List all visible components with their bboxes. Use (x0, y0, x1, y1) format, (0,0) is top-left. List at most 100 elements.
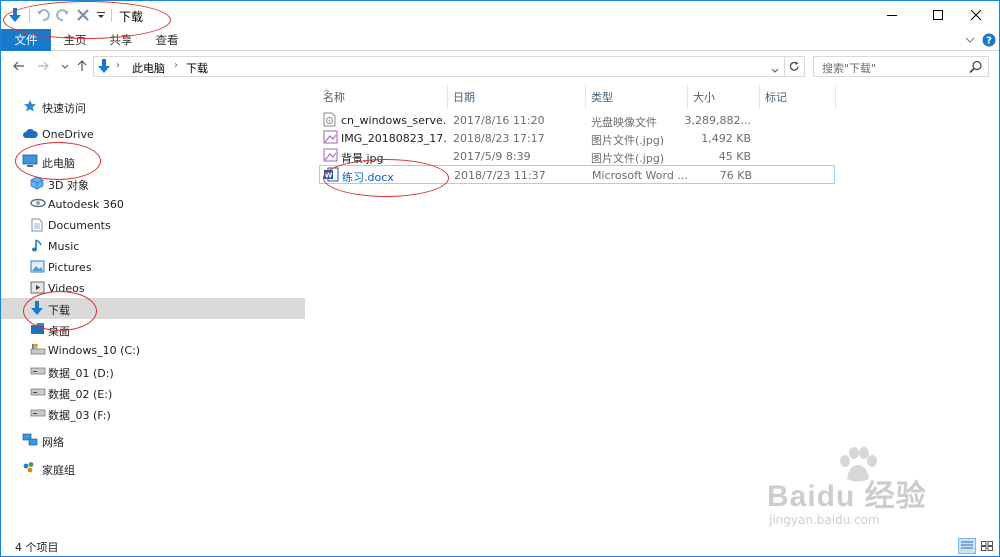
back-arrow-icon[interactable] (11, 58, 27, 74)
search-input[interactable]: 搜索"下载" (813, 56, 989, 77)
file-type: 图片文件(.jpg) (591, 134, 665, 147)
column-divider[interactable] (835, 85, 836, 109)
file-row[interactable]: IMG_20180823_17... 2018/8/23 17:17 图片文件(… (319, 129, 835, 148)
close-icon[interactable] (953, 1, 999, 29)
drive-icon (30, 364, 46, 379)
word-doc-icon: W (324, 167, 339, 183)
nav-item-3d-objects[interactable]: 3D 对象 (1, 173, 305, 194)
tab-home[interactable]: 主页 (55, 29, 95, 51)
title-bar: 下载 (1, 1, 999, 29)
nav-label: Pictures (48, 261, 92, 274)
title-separator (111, 9, 112, 22)
breadcrumb-separator: › (116, 60, 120, 71)
delete-icon[interactable] (75, 7, 91, 23)
nav-label: 下载 (48, 304, 70, 317)
file-row[interactable]: cn_windows_serve... 2017/8/16 11:20 光盘映像… (319, 111, 835, 130)
details-view-icon[interactable] (958, 538, 976, 554)
cloud-icon (22, 127, 38, 142)
tab-share[interactable]: 共享 (101, 29, 141, 51)
nav-item-quick-access[interactable]: 快速访问 (1, 96, 305, 117)
file-size: 45 KB (718, 150, 751, 163)
chevron-down-icon[interactable] (963, 33, 977, 47)
nav-label: 桌面 (48, 325, 70, 338)
large-icons-view-icon[interactable] (978, 538, 996, 554)
nav-item-drive-d[interactable]: 数据_01 (D:) (1, 361, 305, 382)
window-title: 下载 (119, 10, 144, 24)
nav-label: OneDrive (42, 128, 94, 141)
tab-file[interactable]: 文件 (1, 29, 51, 51)
help-icon[interactable]: ? (982, 33, 996, 47)
file-name: 练习.docx (342, 171, 394, 184)
up-arrow-icon[interactable] (74, 58, 90, 74)
download-icon (30, 301, 46, 316)
down-arrow-icon[interactable] (7, 7, 23, 23)
nav-label: 数据_01 (D:) (48, 367, 114, 380)
file-date: 2018/7/23 11:37 (454, 169, 546, 182)
refresh-icon[interactable] (784, 57, 804, 76)
ribbon: 文件 主页 共享 查看 ? (1, 29, 999, 51)
breadcrumb-separator: › (174, 60, 178, 71)
nav-item-network[interactable]: 网络 (1, 430, 305, 451)
nav-item-autodesk-360[interactable]: Autodesk 360 (1, 194, 305, 215)
nav-item-this-pc[interactable]: 此电脑 (1, 151, 305, 172)
address-dropdown-icon[interactable] (771, 63, 779, 76)
desktop-icon (30, 322, 46, 337)
nav-item-onedrive[interactable]: OneDrive (1, 124, 305, 145)
file-type: Microsoft Word ... (592, 169, 688, 182)
column-header-date[interactable]: 日期 (447, 85, 585, 109)
file-row[interactable]: 背景.jpg 2017/5/9 8:39 图片文件(.jpg) 45 KB (319, 147, 835, 166)
nav-item-music[interactable]: Music (1, 236, 305, 257)
nav-item-desktop[interactable]: 桌面 (1, 319, 305, 340)
nav-item-drive-e[interactable]: 数据_02 (E:) (1, 382, 305, 403)
navigation-pane: 快速访问 OneDrive 此电脑 3D 对象 Autodesk 360 Doc… (1, 81, 307, 533)
watermark-url: jingyan.baidu.com (769, 513, 880, 527)
pc-icon (22, 154, 38, 169)
column-header-type[interactable]: 类型 (585, 85, 687, 109)
nav-item-homegroup[interactable]: 家庭组 (1, 458, 305, 479)
nav-label: 此电脑 (42, 157, 75, 170)
nav-item-drive-f[interactable]: 数据_03 (F:) (1, 403, 305, 424)
file-name: 背景.jpg (341, 152, 384, 165)
breadcrumb-this-pc[interactable]: 此电脑 (132, 60, 165, 76)
watermark-text: Baidu 经验 (767, 480, 927, 513)
search-placeholder: 搜索"下载" (822, 62, 877, 75)
file-type: 图片文件(.jpg) (591, 152, 665, 165)
file-date: 2017/8/16 11:20 (453, 114, 545, 127)
nav-label: Music (48, 240, 80, 253)
column-header-size[interactable]: 大小 (687, 85, 759, 109)
nav-label: 家庭组 (42, 464, 75, 477)
address-row: › 此电脑 › 下载 搜索"下载" (1, 51, 999, 81)
image-file-icon (323, 130, 338, 146)
undo-icon[interactable] (35, 7, 51, 23)
recent-chevron-icon[interactable] (57, 58, 73, 74)
nav-item-documents[interactable]: Documents (1, 215, 305, 236)
nav-label: Autodesk 360 (48, 198, 124, 211)
file-row-selected[interactable]: W 练习.docx 2018/7/23 11:37 Microsoft Word… (319, 165, 835, 184)
music-icon (31, 239, 47, 254)
address-bar[interactable]: › 此电脑 › 下载 (93, 56, 805, 77)
nav-label: Windows_10 (C:) (48, 344, 141, 357)
nav-item-downloads[interactable]: 下载 (1, 298, 305, 319)
column-header-name[interactable]: ^ 名称 (317, 85, 447, 109)
watermark: Baidu 经验 jingyan.baidu.com (761, 441, 961, 531)
redo-icon[interactable] (55, 7, 71, 23)
nav-item-pictures[interactable]: Pictures (1, 257, 305, 278)
drive-icon (30, 385, 46, 400)
nav-item-drive-c[interactable]: Windows_10 (C:) (1, 340, 305, 361)
tab-view[interactable]: 查看 (147, 29, 187, 51)
video-icon (30, 281, 46, 296)
file-name: cn_windows_serve... (341, 114, 447, 127)
file-date: 2018/8/23 17:17 (453, 132, 545, 145)
nav-label: 数据_03 (F:) (48, 409, 111, 422)
svg-text:?: ? (986, 36, 992, 47)
search-icon[interactable] (969, 60, 983, 74)
file-size: 3,289,882... (684, 114, 751, 127)
breadcrumb-downloads[interactable]: 下载 (186, 60, 208, 76)
dropdown-icon[interactable] (93, 7, 109, 23)
document-icon (31, 218, 47, 233)
nav-item-videos[interactable]: Videos (1, 278, 305, 299)
minimize-icon[interactable] (869, 1, 915, 29)
column-header-tags[interactable]: 标记 (759, 85, 835, 109)
forward-arrow-icon[interactable] (35, 58, 51, 74)
homegroup-icon (22, 461, 38, 476)
